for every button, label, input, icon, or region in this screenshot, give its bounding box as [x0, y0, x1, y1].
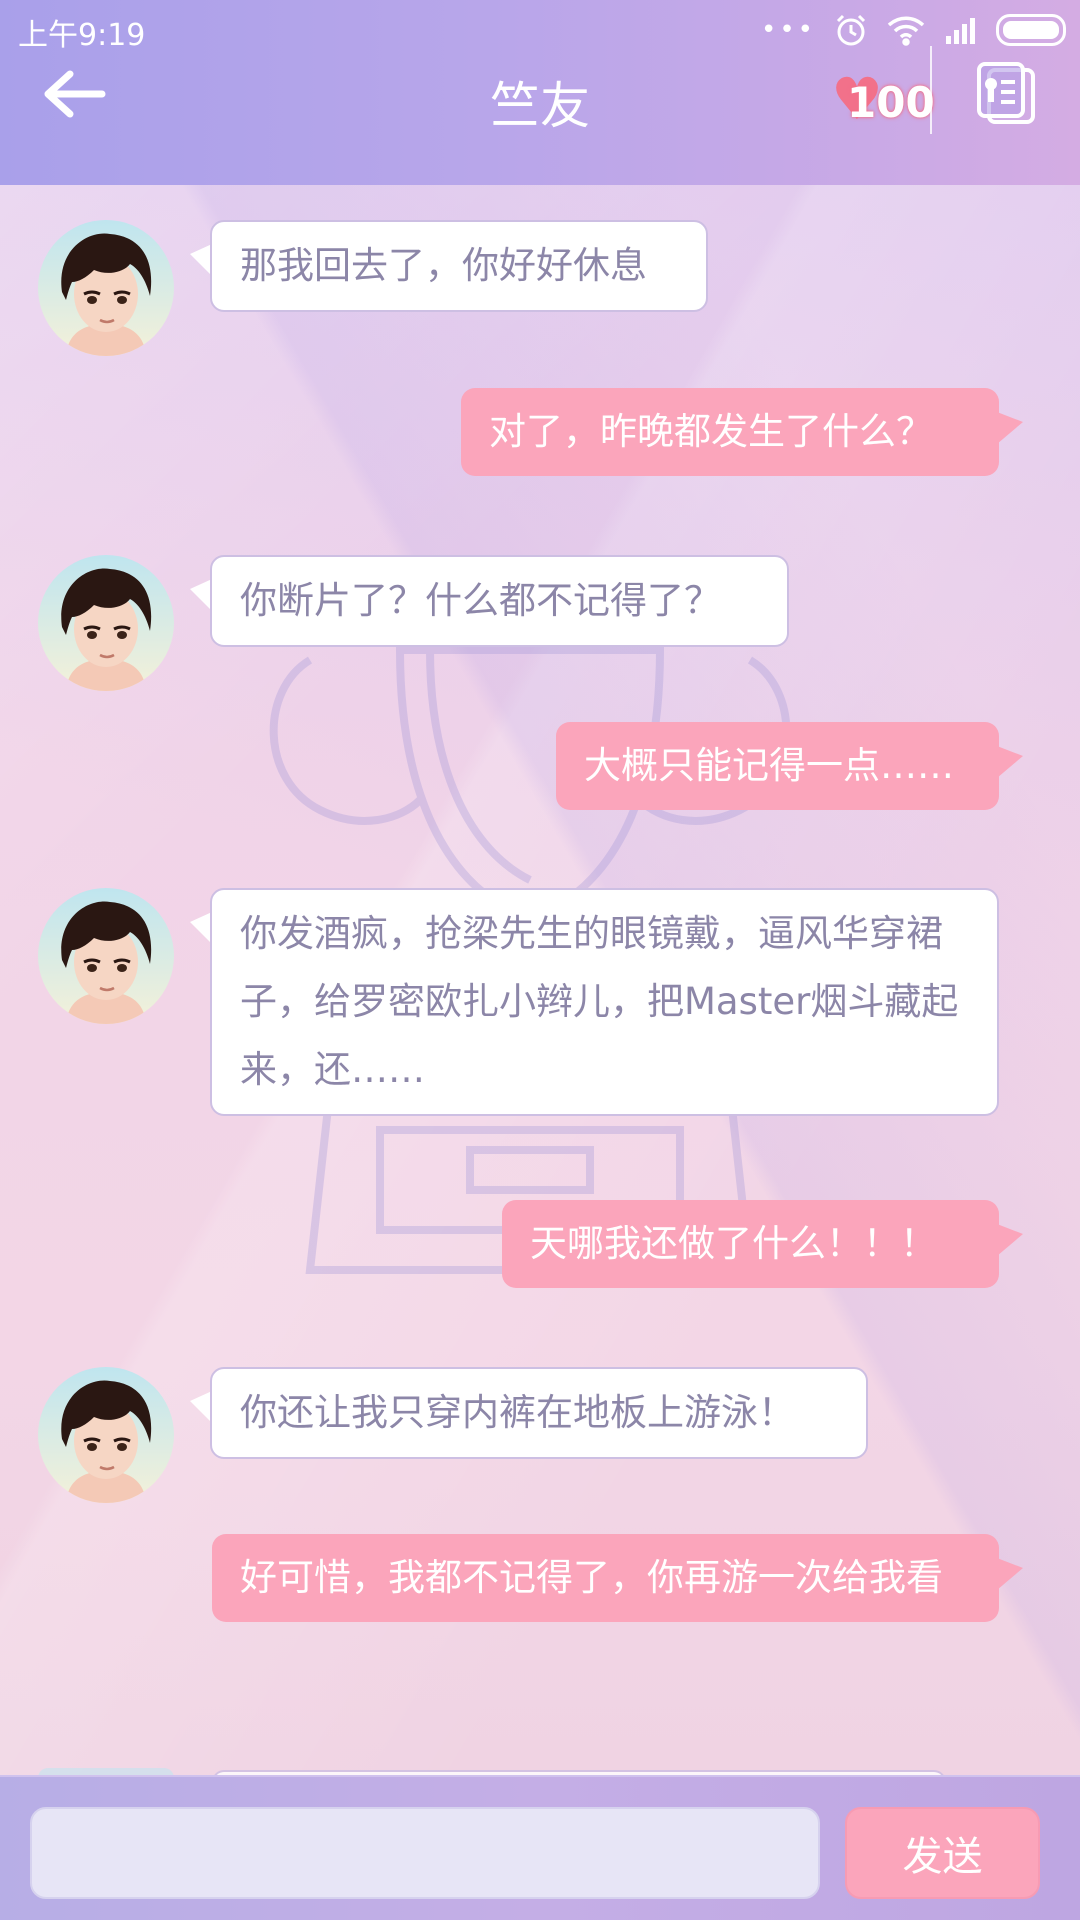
avatar[interactable] [38, 220, 174, 356]
message-bubble[interactable]: 你断片了？什么都不记得了？ [210, 555, 789, 647]
message-bubble[interactable]: 你发酒疯，抢梁先生的眼镜戴，逼风华穿裙子，给罗密欧扎小辫儿，把Master烟斗藏… [210, 888, 999, 1116]
bubble-tail [997, 1224, 1023, 1256]
affection-counter[interactable]: ♥ 100 [825, 64, 935, 134]
status-icons: ••• [761, 10, 1066, 50]
message-bubble[interactable]: 你还让我只穿内裤在地板上游泳！ [210, 1367, 868, 1459]
bubble-tail [190, 579, 212, 611]
bubble-tail [997, 1558, 1023, 1590]
bubble-tail [190, 244, 212, 276]
message-bubble[interactable]: 大概只能记得一点…… [556, 722, 999, 810]
bubble-tail [190, 1391, 212, 1423]
status-time: 上午9:19 [18, 18, 146, 53]
avatar[interactable] [38, 888, 174, 1024]
alarm-icon [836, 14, 866, 46]
signal-icon [946, 18, 975, 44]
message-bubble[interactable]: 好可惜，我都不记得了，你再游一次给我看 [212, 1534, 999, 1622]
more-dots-icon: ••• [760, 15, 816, 45]
message-bubble[interactable]: 天哪我还做了什么！！！ [502, 1200, 999, 1288]
message-input[interactable] [30, 1807, 820, 1899]
message-bubble[interactable]: 对了，昨晚都发生了什么？ [461, 388, 999, 476]
message-bubble[interactable]: 那我回去了，你好好休息 [210, 220, 708, 312]
profile-card-icon[interactable] [975, 60, 1037, 126]
bubble-tail [997, 412, 1023, 444]
battery-icon [996, 14, 1066, 46]
status-bar: 上午9:19 ••• [0, 0, 1080, 60]
heart-count: 100 [847, 78, 935, 127]
bubble-tail [997, 746, 1023, 778]
message-input-bar: 发送 [0, 1775, 1080, 1920]
wifi-icon [887, 16, 925, 46]
bubble-tail [190, 912, 212, 944]
avatar[interactable] [38, 555, 174, 691]
send-button[interactable]: 发送 [845, 1807, 1040, 1899]
avatar[interactable] [38, 1367, 174, 1503]
